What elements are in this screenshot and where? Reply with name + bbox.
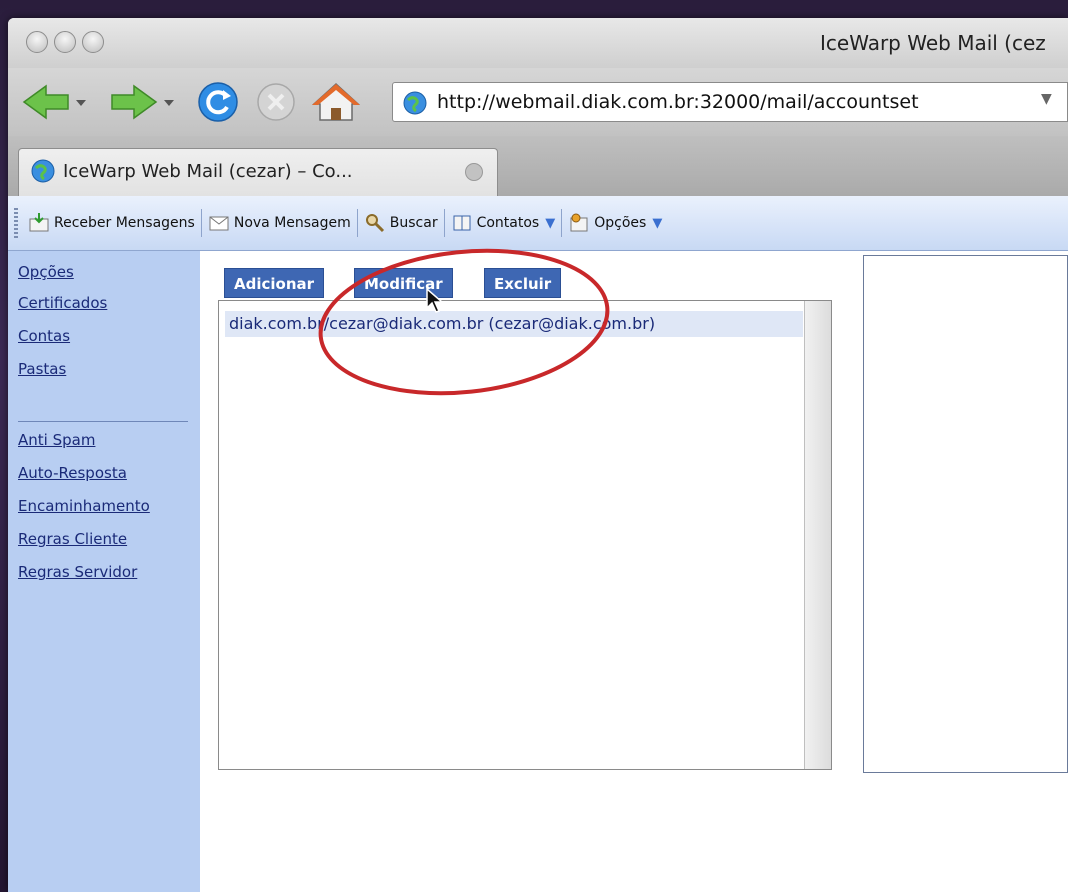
toolbar-separator (200, 209, 202, 237)
options-icon (570, 213, 588, 232)
inbox-icon (29, 213, 49, 232)
reload-icon[interactable] (196, 80, 240, 124)
account-details-panel (863, 255, 1068, 773)
minimize-window-button[interactable] (54, 31, 76, 53)
window-title: IceWarp Web Mail (cez (820, 31, 1046, 55)
globe-icon (31, 159, 55, 183)
add-button[interactable]: Adicionar (224, 268, 325, 298)
options-label: Opções (594, 215, 647, 231)
tab-bar: IceWarp Web Mail (cezar) – Co... (8, 136, 1068, 197)
address-bar[interactable]: http://webmail.diak.com.br:32000/mail/ac… (392, 82, 1068, 122)
new-message-icon (209, 216, 229, 231)
sidebar-item-contas[interactable]: Contas (18, 327, 70, 345)
sidebar-item-certificados[interactable]: Certificados (18, 294, 107, 312)
new-message-label: Nova Mensagem (233, 215, 351, 231)
tab-label: IceWarp Web Mail (cezar) – Co... (63, 161, 353, 182)
tab-icewarp[interactable]: IceWarp Web Mail (cezar) – Co... (18, 148, 498, 196)
url-dropdown-icon[interactable]: ▼ (1041, 91, 1052, 107)
sidebar-item-encaminhamento[interactable]: Encaminhamento (18, 497, 150, 515)
title-bar: IceWarp Web Mail (cez (8, 18, 1068, 69)
url-text: http://webmail.diak.com.br:32000/mail/ac… (437, 91, 919, 113)
globe-icon (403, 91, 427, 115)
mouse-cursor-icon (426, 288, 444, 313)
search-button[interactable]: Buscar (364, 212, 438, 234)
sidebar-item-opcoes[interactable]: Opções (18, 263, 74, 281)
list-item[interactable]: diak.com.br/cezar@diak.com.br (cezar@dia… (225, 311, 803, 337)
chevron-down-icon[interactable]: ▼ (652, 216, 662, 231)
list-scrollbar[interactable] (804, 301, 831, 769)
close-window-button[interactable] (26, 31, 48, 53)
navigation-bar: http://webmail.diak.com.br:32000/mail/ac… (8, 68, 1068, 137)
sidebar-item-pastas[interactable]: Pastas (18, 360, 66, 378)
chevron-down-icon[interactable]: ▼ (545, 216, 555, 231)
address-book-icon (453, 215, 471, 231)
search-icon (365, 214, 384, 233)
mail-toolbar: Receber Mensagens Nova Mensagem Buscar C… (8, 196, 1068, 251)
receive-messages-button[interactable]: Receber Mensagens (28, 212, 195, 234)
browser-window: IceWarp Web Mail (cez http://webmail.dia… (8, 18, 1068, 892)
search-label: Buscar (389, 215, 438, 231)
options-button[interactable]: Opções ▼ (568, 212, 662, 234)
forward-arrow-icon[interactable] (108, 80, 178, 124)
close-tab-icon[interactable] (465, 163, 483, 181)
sidebar-item-regras-servidor[interactable]: Regras Servidor (18, 563, 137, 581)
account-list[interactable]: diak.com.br/cezar@diak.com.br (cezar@dia… (218, 300, 832, 770)
contacts-label: Contatos (476, 215, 540, 231)
stop-icon[interactable] (254, 80, 298, 124)
toolbar-separator (356, 209, 358, 237)
back-arrow-icon[interactable] (20, 80, 90, 124)
sidebar-item-anti-spam[interactable]: Anti Spam (18, 431, 95, 449)
delete-button[interactable]: Excluir (484, 268, 562, 298)
new-message-button[interactable]: Nova Mensagem (208, 212, 351, 234)
sidebar-item-auto-resposta[interactable]: Auto-Resposta (18, 464, 127, 482)
toolbar-separator (443, 209, 445, 237)
sidebar-divider (18, 421, 188, 422)
zoom-window-button[interactable] (82, 31, 104, 53)
receive-messages-label: Receber Mensagens (54, 215, 195, 231)
toolbar-separator (561, 209, 563, 237)
toolbar-grip[interactable] (14, 208, 18, 238)
home-icon[interactable] (310, 80, 362, 124)
sidebar-item-regras-cliente[interactable]: Regras Cliente (18, 530, 127, 548)
contacts-button[interactable]: Contatos ▼ (451, 212, 555, 234)
settings-sidebar: Opções Certificados Contas Pastas Anti S… (8, 251, 200, 892)
